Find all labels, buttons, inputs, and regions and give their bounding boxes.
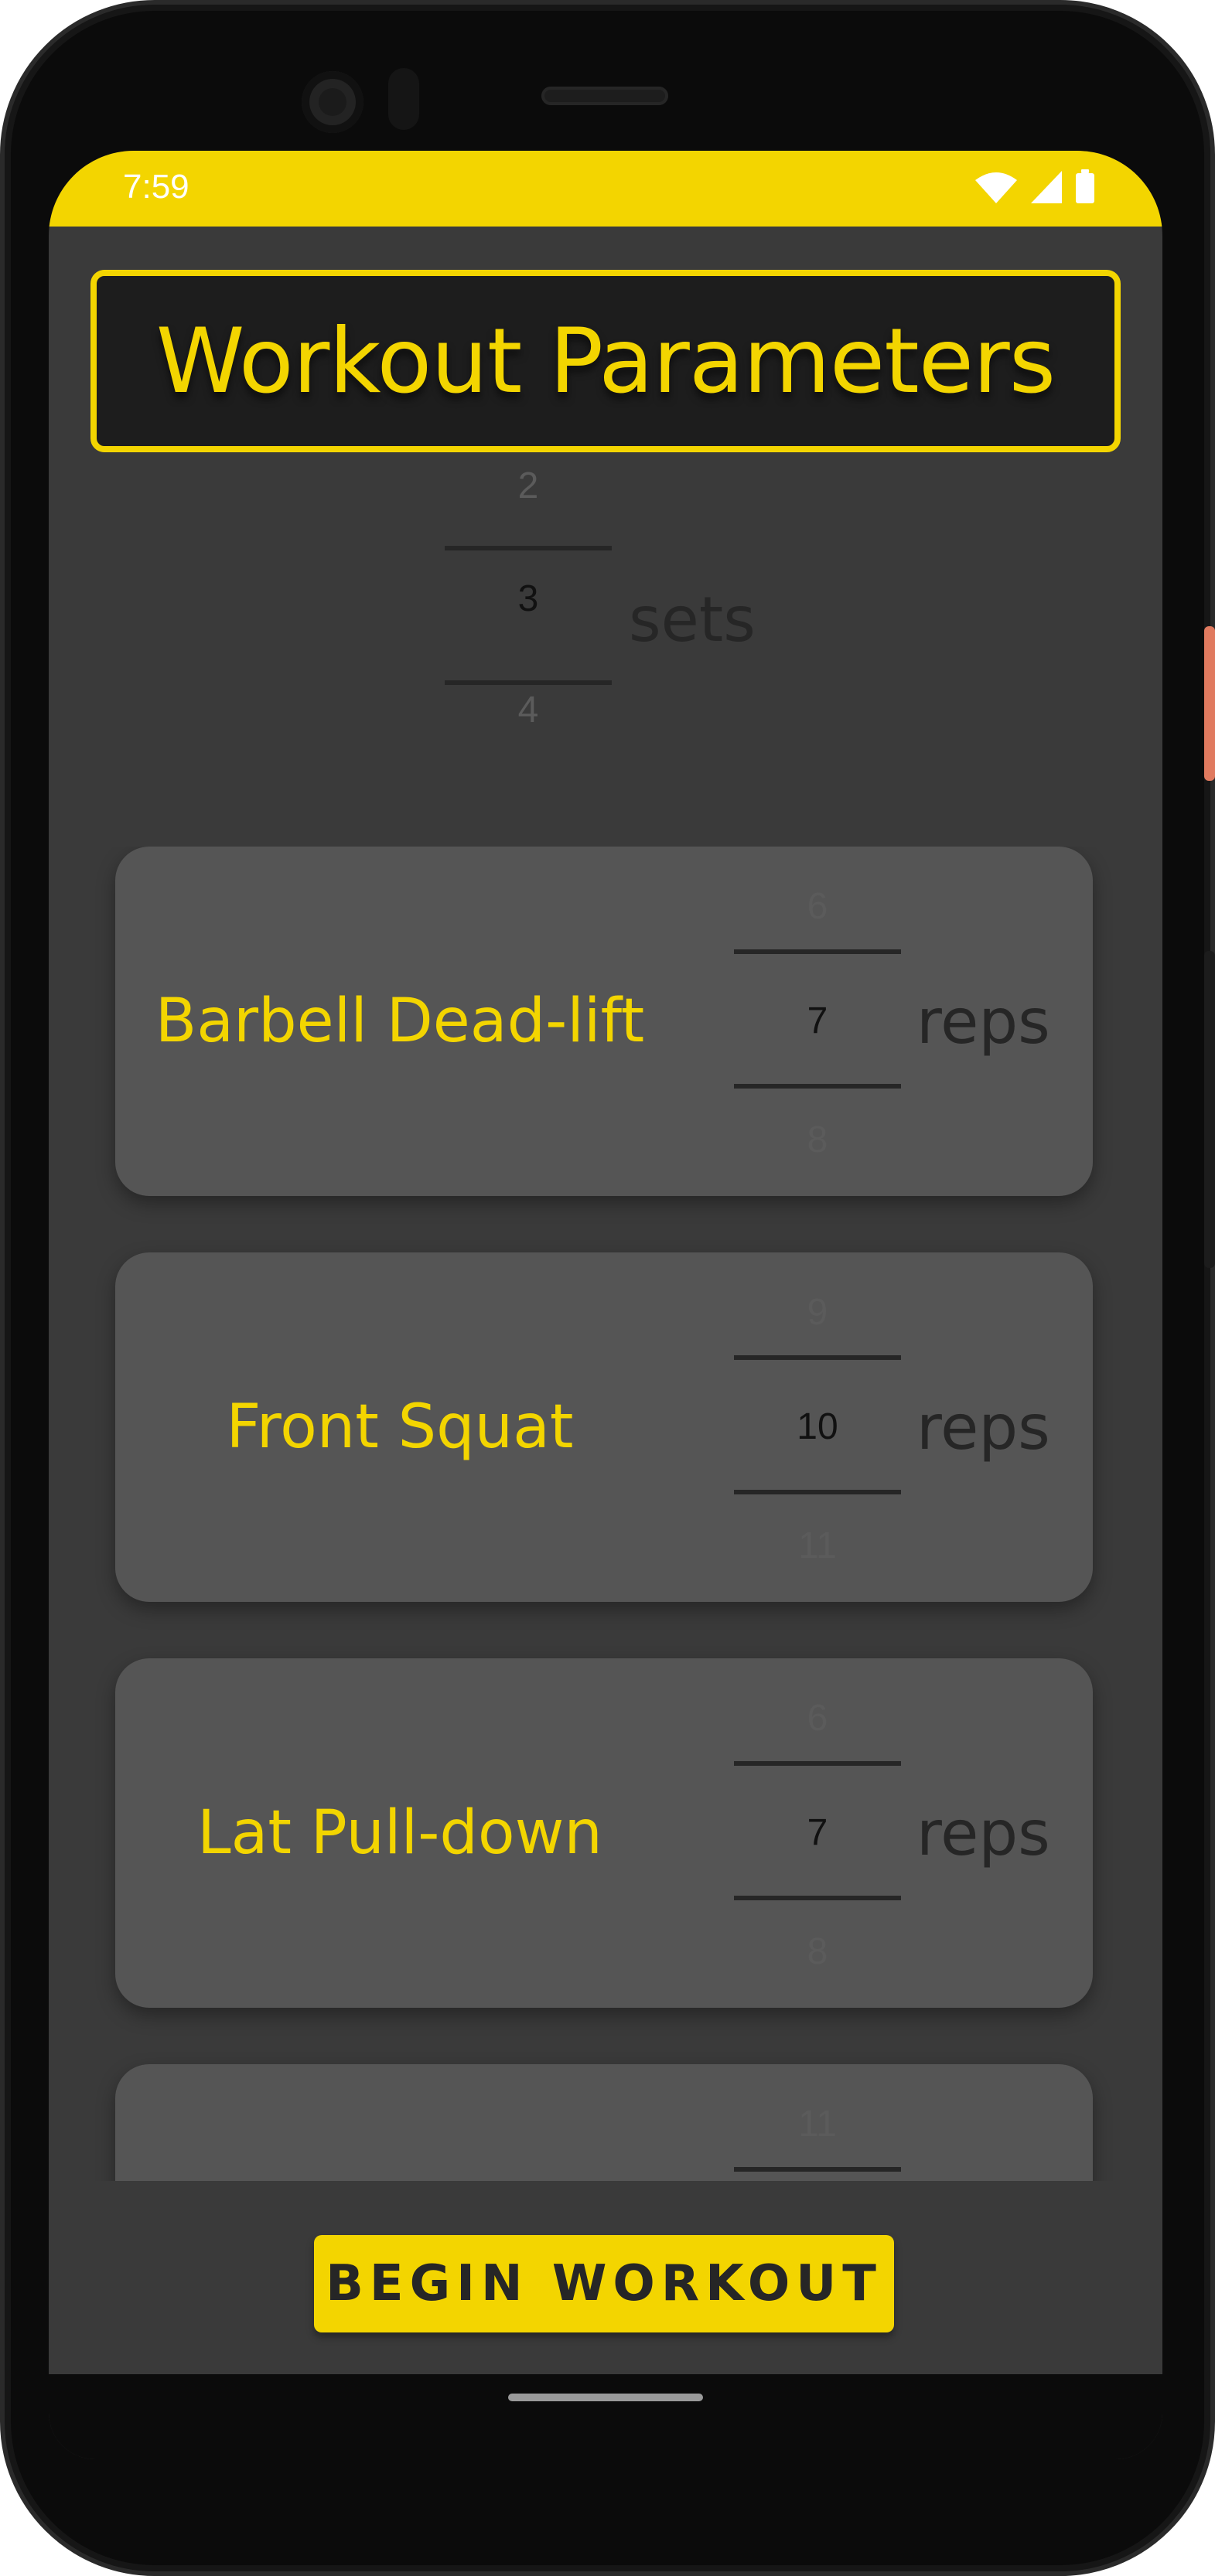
earpiece-speaker	[541, 87, 668, 105]
picker-divider-bottom	[734, 1896, 901, 1900]
power-button	[1204, 626, 1215, 781]
proximity-sensor	[388, 68, 419, 130]
picker-divider-bottom	[734, 1084, 901, 1089]
picker-divider-top	[734, 1761, 901, 1766]
picker-value-above: 6	[807, 886, 828, 927]
picker-value-below: 4	[517, 690, 539, 731]
title-banner: Workout Parameters	[90, 270, 1121, 452]
exercise-card: Barbell Dead-lift 6 7 8 reps	[115, 847, 1093, 1196]
exercise-card: Front Squat 9 10 11 reps	[115, 1252, 1093, 1602]
picker-value-below: 11	[798, 1525, 837, 1566]
status-icons	[975, 169, 1094, 206]
battery-icon	[1076, 169, 1094, 206]
reps-number-picker[interactable]: 6 7 8	[734, 847, 901, 1187]
begin-workout-button[interactable]: BEGIN WORKOUT	[314, 2235, 894, 2332]
status-bar: 7:59	[49, 151, 1162, 227]
picker-divider-top	[445, 546, 612, 550]
exercise-name: Front Squat	[226, 1392, 574, 1462]
sets-number-picker[interactable]: 2 3 4	[445, 443, 612, 783]
reps-number-picker[interactable]: 11	[734, 2064, 901, 2181]
picker-value-selected: 10	[797, 1406, 838, 1447]
reps-unit-label: reps	[916, 1392, 1050, 1463]
reps-unit-label: reps	[916, 1797, 1050, 1869]
picker-divider-bottom	[445, 680, 612, 685]
app-screen: 7:59 Workout Parameters 2 3 4 sets Barbe…	[49, 151, 1162, 2459]
picker-divider-top	[734, 949, 901, 954]
front-camera	[302, 71, 363, 133]
reps-number-picker[interactable]: 6 7 8	[734, 1658, 901, 1998]
picker-value-selected: 7	[807, 1812, 828, 1853]
exercise-list[interactable]: Barbell Dead-lift 6 7 8 reps Front Squat…	[49, 847, 1162, 2181]
sets-unit-label: sets	[629, 584, 756, 656]
reps-unit-label: reps	[916, 986, 1050, 1058]
exercise-name: Barbell Dead-lift	[155, 986, 645, 1056]
exercise-card: Lat Pull-down 6 7 8 reps	[115, 1658, 1093, 2008]
exercise-name	[115, 2064, 684, 2181]
page-title: Workout Parameters	[155, 308, 1056, 414]
exercise-name: Lat Pull-down	[197, 1798, 602, 1868]
wifi-icon	[975, 171, 1017, 206]
picker-value-above: 6	[807, 1698, 828, 1739]
volume-button	[1204, 951, 1215, 1268]
picker-divider-top	[734, 2167, 901, 2172]
picker-value-selected: 7	[807, 1000, 828, 1041]
home-gesture-handle[interactable]	[508, 2394, 703, 2401]
picker-value-selected: 3	[517, 578, 539, 619]
exercise-card: 11	[115, 2064, 1093, 2181]
picker-value-above: 2	[517, 465, 539, 506]
cell-signal-icon	[1031, 171, 1062, 206]
picker-value-below: 8	[807, 1931, 828, 1972]
picker-divider-bottom	[734, 1490, 901, 1494]
status-time: 7:59	[123, 168, 189, 206]
navigation-bar	[49, 2374, 1162, 2459]
picker-divider-top	[734, 1355, 901, 1360]
reps-number-picker[interactable]: 9 10 11	[734, 1252, 901, 1593]
picker-value-below: 8	[807, 1119, 828, 1160]
picker-value-above: 9	[807, 1292, 828, 1333]
picker-value-above: 11	[798, 2104, 837, 2145]
